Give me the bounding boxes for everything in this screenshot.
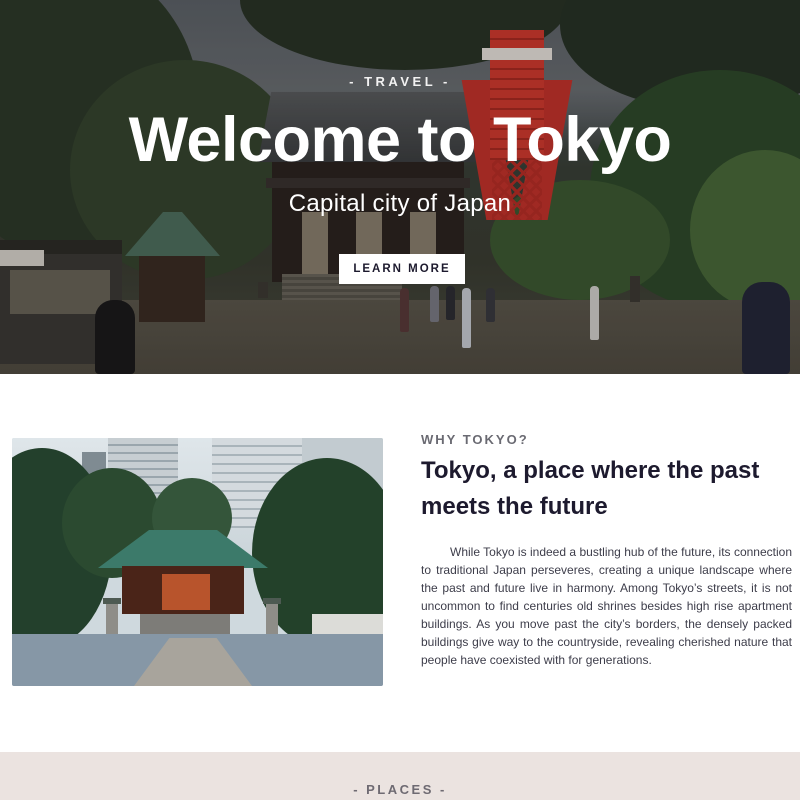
hero-eyebrow: - TRAVEL -	[349, 74, 451, 89]
why-body: While Tokyo is indeed a bustling hub of …	[421, 545, 792, 667]
hero-content: - TRAVEL - Welcome to Tokyo Capital city…	[0, 0, 800, 374]
places-section: - PLACES -	[0, 752, 800, 800]
hero-subtitle: Capital city of Japan	[288, 190, 512, 217]
hero-title: Welcome to Tokyo	[128, 105, 672, 175]
why-tokyo-section: WHY TOKYO? Tokyo, a place where the past…	[0, 374, 800, 752]
learn-more-button[interactable]: LEARN MORE	[339, 254, 465, 284]
why-title: Tokyo, a place where the past meets the …	[421, 457, 760, 520]
why-eyebrow: WHY TOKYO?	[421, 432, 529, 447]
why-tokyo-text: WHY TOKYO? Tokyo, a place where the past…	[421, 432, 792, 669]
shrine-photo	[12, 438, 383, 686]
places-eyebrow: - PLACES -	[353, 782, 447, 797]
hero-section: - TRAVEL - Welcome to Tokyo Capital city…	[0, 0, 800, 374]
